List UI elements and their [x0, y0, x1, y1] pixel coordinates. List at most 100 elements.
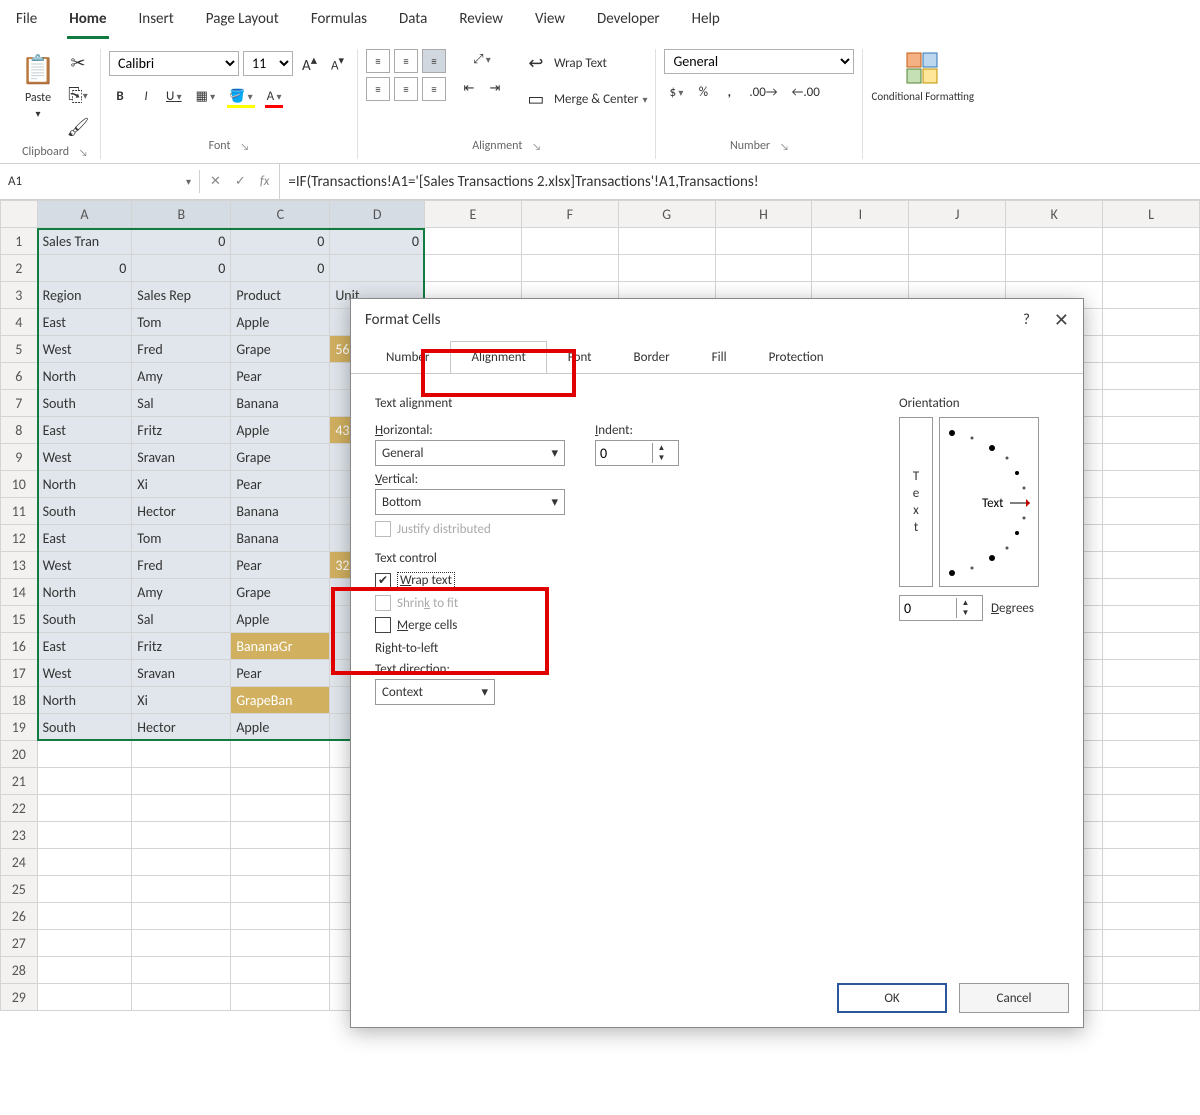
row-header-4[interactable]: 4 [1, 309, 38, 336]
select-all-corner[interactable] [1, 201, 38, 228]
cell[interactable] [231, 795, 330, 822]
cell[interactable]: 0 [132, 228, 231, 255]
row-header-9[interactable]: 9 [1, 444, 38, 471]
cell[interactable] [1103, 363, 1200, 390]
menu-data[interactable]: Data [397, 6, 429, 39]
col-header-K[interactable]: K [1006, 201, 1103, 228]
dialog-tab-font[interactable]: Font [547, 341, 613, 374]
cancel-button[interactable]: Cancel [959, 983, 1069, 1013]
cell[interactable]: West [37, 336, 132, 363]
cell[interactable] [521, 228, 618, 255]
increase-indent-button[interactable]: ⇥ [484, 78, 506, 99]
cell[interactable]: Apple [231, 417, 330, 444]
cell[interactable] [37, 768, 132, 795]
merge-cells-checkbox[interactable] [375, 617, 391, 633]
cell[interactable]: Fritz [132, 417, 231, 444]
cell[interactable]: Grape [231, 336, 330, 363]
cell[interactable] [1103, 687, 1200, 714]
cell[interactable] [1103, 255, 1200, 282]
menu-home[interactable]: Home [67, 6, 108, 39]
formula-text[interactable]: =IF(Transactions!A1='[Sales Transactions… [280, 169, 766, 195]
cell[interactable]: North [37, 579, 132, 606]
cell[interactable]: Apple [231, 714, 330, 741]
cell[interactable] [37, 903, 132, 930]
cell[interactable]: Amy [132, 579, 231, 606]
indent-spinner[interactable]: ▲▼ [595, 440, 679, 466]
cell[interactable] [1103, 282, 1200, 309]
increase-font-icon[interactable]: A▴ [297, 49, 322, 78]
cell[interactable] [521, 255, 618, 282]
row-header-8[interactable]: 8 [1, 417, 38, 444]
col-header-A[interactable]: A [37, 201, 132, 228]
wrap-text-button[interactable]: ↩ Wrap Text [522, 49, 648, 77]
indent-value[interactable] [596, 445, 652, 462]
cell[interactable] [132, 768, 231, 795]
cell[interactable] [1103, 795, 1200, 822]
cell[interactable]: West [37, 660, 132, 687]
clipboard-dialog-launcher[interactable]: ↘ [79, 146, 88, 159]
col-header-L[interactable]: L [1103, 201, 1200, 228]
cell[interactable] [1103, 309, 1200, 336]
number-format-select[interactable]: General [664, 49, 854, 74]
conditional-formatting-button[interactable]: Conditional Formatting [871, 49, 974, 103]
cell[interactable] [1103, 525, 1200, 552]
cell[interactable]: Pear [231, 660, 330, 687]
cell[interactable] [1103, 228, 1200, 255]
cell[interactable]: Apple [231, 309, 330, 336]
row-header-21[interactable]: 21 [1, 768, 38, 795]
dialog-tab-border[interactable]: Border [613, 341, 691, 374]
cell[interactable]: 0 [231, 255, 330, 282]
row-header-23[interactable]: 23 [1, 822, 38, 849]
cell[interactable] [132, 957, 231, 984]
percent-format-button[interactable]: % [692, 82, 714, 103]
orientation-vertical-preview[interactable]: Text [899, 417, 933, 587]
cell[interactable] [1103, 741, 1200, 768]
cell[interactable]: Fritz [132, 633, 231, 660]
cell[interactable] [715, 228, 812, 255]
cell[interactable] [37, 984, 132, 1011]
cell[interactable] [132, 876, 231, 903]
cell[interactable]: North [37, 363, 132, 390]
dialog-tab-number[interactable]: Number [365, 341, 450, 374]
cell[interactable] [1103, 660, 1200, 687]
close-icon[interactable]: ✕ [1054, 309, 1069, 331]
col-header-H[interactable]: H [715, 201, 812, 228]
name-box[interactable]: A1 ▾ [0, 170, 200, 193]
cell[interactable]: Tom [132, 525, 231, 552]
cell[interactable] [231, 876, 330, 903]
cell[interactable] [231, 741, 330, 768]
cell[interactable] [330, 255, 425, 282]
cell[interactable] [231, 930, 330, 957]
fill-color-button[interactable]: 🪣 [224, 86, 257, 107]
orientation-button[interactable]: ⤢ [458, 49, 506, 70]
merge-center-button[interactable]: ▭ Merge & Center [522, 85, 648, 113]
cell[interactable] [37, 849, 132, 876]
cell[interactable] [231, 822, 330, 849]
cell[interactable] [37, 741, 132, 768]
row-header-29[interactable]: 29 [1, 984, 38, 1011]
row-header-26[interactable]: 26 [1, 903, 38, 930]
number-dialog-launcher[interactable]: ↘ [780, 140, 789, 153]
menu-formulas[interactable]: Formulas [309, 6, 369, 39]
row-header-11[interactable]: 11 [1, 498, 38, 525]
cell[interactable]: Sravan [132, 660, 231, 687]
cell[interactable]: South [37, 606, 132, 633]
row-header-13[interactable]: 13 [1, 552, 38, 579]
font-color-button[interactable]: A [262, 86, 287, 107]
cell[interactable] [1103, 552, 1200, 579]
col-header-C[interactable]: C [231, 201, 330, 228]
fx-cancel-icon[interactable]: ✕ [210, 174, 221, 189]
degrees-value[interactable] [900, 600, 956, 617]
cell[interactable]: Fred [132, 336, 231, 363]
font-size-select[interactable]: 11 [243, 51, 293, 76]
align-bottom-right[interactable]: ≡ [422, 77, 446, 101]
cell[interactable] [909, 255, 1006, 282]
dialog-tab-alignment[interactable]: Alignment [450, 341, 546, 374]
cell[interactable] [231, 984, 330, 1011]
fx-enter-icon[interactable]: ✓ [235, 174, 246, 189]
menu-page-layout[interactable]: Page Layout [204, 6, 281, 39]
row-header-17[interactable]: 17 [1, 660, 38, 687]
cell[interactable]: East [37, 309, 132, 336]
cell[interactable]: Xi [132, 687, 231, 714]
cell[interactable]: Sales Rep [132, 282, 231, 309]
